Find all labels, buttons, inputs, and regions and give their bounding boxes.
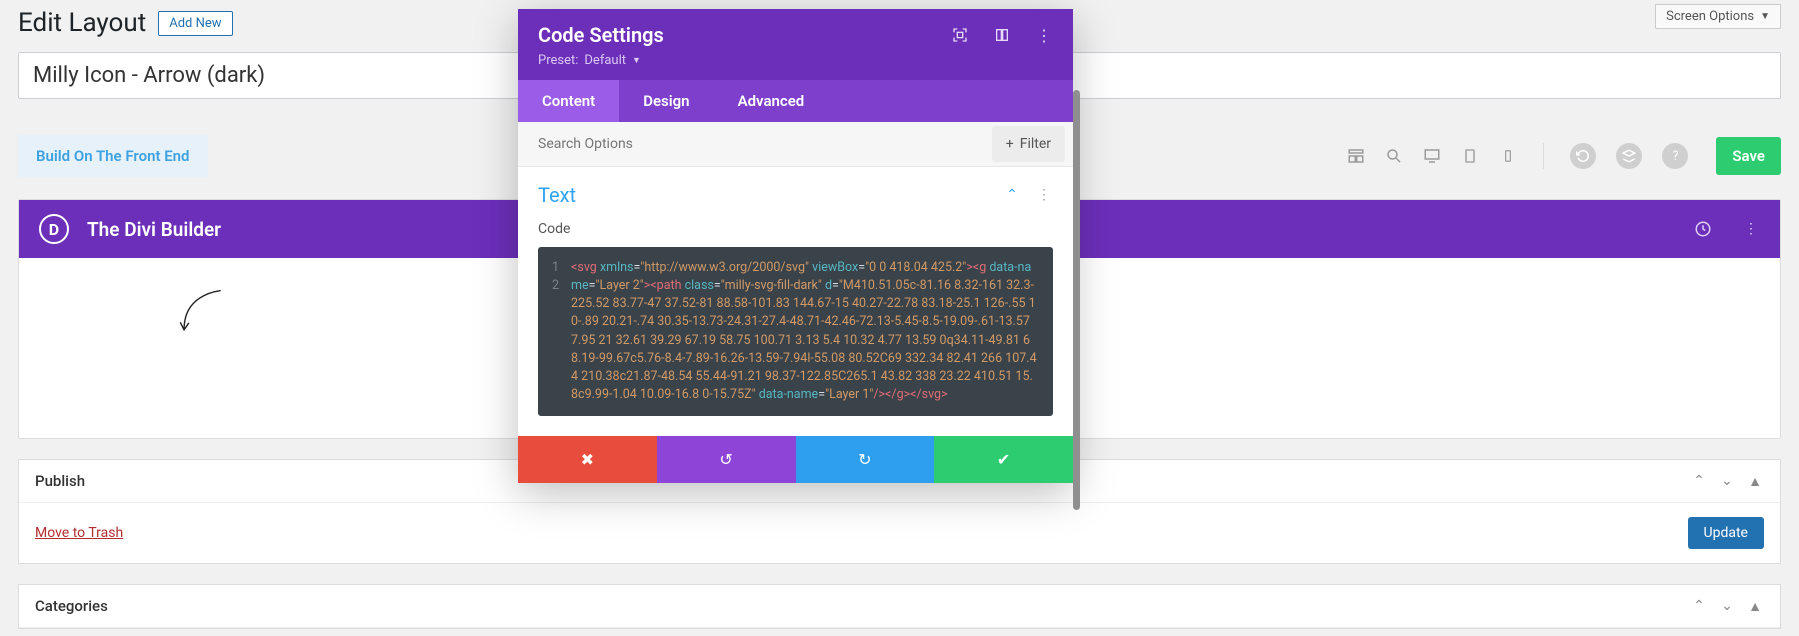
check-icon: ✔: [997, 450, 1010, 469]
close-icon: ✖: [581, 450, 594, 469]
kebab-icon[interactable]: ⋮: [1035, 186, 1053, 204]
filter-label: Filter: [1020, 136, 1051, 152]
kebab-icon[interactable]: ⋮: [1742, 220, 1760, 238]
caret-down-icon: ▼: [632, 55, 641, 66]
tab-design[interactable]: Design: [619, 80, 713, 122]
build-front-end-button[interactable]: Build On The Front End: [18, 135, 208, 177]
separator: [1543, 143, 1544, 169]
confirm-button[interactable]: ✔: [934, 436, 1073, 483]
page-title: Edit Layout: [18, 8, 146, 38]
builder-toolbar: ? Save: [1347, 137, 1781, 175]
chevron-up-icon[interactable]: ⌃: [1690, 472, 1708, 490]
desktop-icon[interactable]: [1423, 147, 1441, 165]
caret-up-icon[interactable]: ▲: [1746, 472, 1764, 490]
search-options-input[interactable]: [518, 124, 984, 164]
filter-button[interactable]: + Filter: [992, 126, 1065, 162]
code-field-label: Code: [538, 221, 1053, 237]
categories-heading: Categories: [35, 597, 108, 615]
redo-button[interactable]: ↻: [796, 436, 935, 483]
tab-content[interactable]: Content: [518, 80, 619, 122]
modal-title: Code Settings: [538, 23, 664, 47]
undo-button[interactable]: ↺: [657, 436, 796, 483]
scrollbar-thumb[interactable]: [1073, 90, 1080, 510]
save-button[interactable]: Save: [1716, 137, 1781, 175]
preset-value: Default: [584, 53, 626, 68]
code-settings-modal: Code Settings ⋮ Preset: Default ▼ Conten…: [518, 9, 1073, 483]
update-button[interactable]: Update: [1688, 517, 1764, 549]
caret-up-icon[interactable]: ▲: [1746, 597, 1764, 615]
publish-heading: Publish: [35, 472, 85, 490]
layers-icon[interactable]: [1616, 143, 1642, 169]
cancel-button[interactable]: ✖: [518, 436, 657, 483]
preset-selector[interactable]: Preset: Default ▼: [538, 53, 1053, 68]
help-icon[interactable]: ?: [1662, 143, 1688, 169]
undo-icon: ↺: [719, 450, 732, 469]
screen-options-label: Screen Options: [1666, 9, 1754, 24]
preset-label: Preset:: [538, 53, 578, 68]
screen-options-toggle[interactable]: Screen Options ▼: [1655, 4, 1781, 29]
modal-tabs: ContentDesignAdvanced: [518, 80, 1073, 122]
phone-icon[interactable]: [1499, 147, 1517, 165]
collapse-icon[interactable]: ⌃: [1003, 186, 1021, 204]
tab-advanced[interactable]: Advanced: [714, 80, 829, 122]
caret-down-icon: ▼: [1760, 11, 1770, 22]
zoom-icon[interactable]: [1385, 147, 1403, 165]
chevron-down-icon[interactable]: ⌄: [1718, 472, 1736, 490]
wireframe-icon[interactable]: [1347, 147, 1365, 165]
divi-logo-icon: D: [39, 214, 69, 244]
redo-icon: ↻: [858, 450, 871, 469]
chevron-up-icon[interactable]: ⌃: [1690, 597, 1708, 615]
expand-icon[interactable]: [951, 26, 969, 44]
history-icon[interactable]: [1570, 143, 1596, 169]
code-editor[interactable]: 12 <svg xmlns="http://www.w3.org/2000/sv…: [538, 247, 1053, 416]
clock-icon[interactable]: [1694, 220, 1712, 238]
chevron-down-icon[interactable]: ⌄: [1718, 597, 1736, 615]
divi-builder-title: The Divi Builder: [87, 218, 221, 241]
add-new-button[interactable]: Add New: [158, 11, 232, 36]
plus-icon: +: [1006, 136, 1014, 152]
tablet-icon[interactable]: [1461, 147, 1479, 165]
snap-icon[interactable]: [993, 26, 1011, 44]
text-section-heading[interactable]: Text: [538, 183, 576, 207]
kebab-icon[interactable]: ⋮: [1035, 26, 1053, 44]
categories-metabox: Categories ⌃ ⌄ ▲: [18, 584, 1781, 629]
move-to-trash-link[interactable]: Move to Trash: [35, 525, 123, 541]
